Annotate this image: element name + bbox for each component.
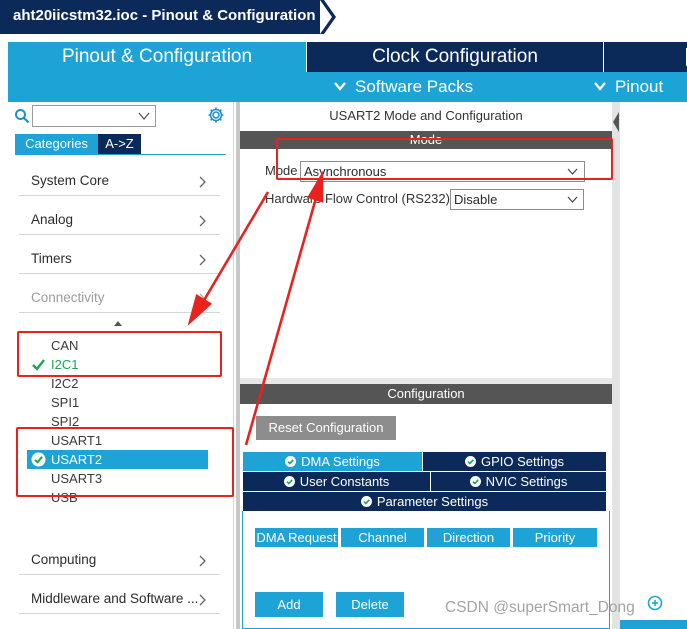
categories-button[interactable]: Categories [15,134,98,154]
search-icon [15,109,30,124]
category-label: Analog [31,212,74,227]
annotation-box-usart2 [16,427,234,497]
software-packs-label: Software Packs [355,77,474,96]
category-middleware-and-software[interactable]: Middleware and Software ... [19,582,220,614]
add-button[interactable]: Add [255,592,323,617]
annotation-box-mode [276,138,613,180]
right-panel-splitter[interactable] [612,102,620,629]
collapse-left-icon[interactable] [612,110,620,134]
category-timers[interactable]: Timers [19,242,220,274]
sidebar-divider [15,154,226,155]
pinout-view-footer [620,620,687,629]
peripheral-label: SPI1 [51,395,80,410]
tab-label: DMA Settings [301,454,380,469]
column-header-priority: Priority [513,528,597,547]
tab-dma-settings[interactable]: DMA Settings [243,452,422,471]
panel-splitter[interactable] [236,102,240,629]
category-label: System Core [31,173,110,188]
mode-panel-title: USART2 Mode and Configuration [329,108,523,123]
pinout-menu-label: Pinout [615,77,664,96]
category-connectivity[interactable]: Connectivity [19,281,220,313]
tab-user-constants[interactable]: User Constants [243,472,430,491]
tab-label: GPIO Settings [480,454,565,469]
column-header-direction: Direction [427,528,510,547]
hardware-flow-control-select[interactable]: Disable [450,189,584,210]
pinout-menu[interactable]: Pinout [593,72,687,102]
tab-nvic-settings[interactable]: NVIC Settings [431,472,606,491]
category-label: Computing [31,552,97,567]
chevron-right-icon [199,594,206,606]
check-circle-icon [360,495,372,507]
configuration-header: Configuration [240,384,612,404]
hardware-flow-control-label: Hardware Flow Control (RS232) [265,191,450,206]
reset-configuration-button[interactable]: Reset Configuration [256,416,396,440]
category-system-core[interactable]: System Core [19,164,220,196]
category-label: Connectivity [31,290,105,305]
chevron-right-icon [199,176,206,188]
category-computing[interactable]: Computing [19,543,220,575]
check-circle-icon [464,455,476,467]
chevron-right-icon [199,254,206,266]
a-to-z-button[interactable]: A->Z [98,134,141,154]
category-analog[interactable]: Analog [19,203,220,235]
chevron-down-icon [594,82,606,91]
category-label: Middleware and Software ... [31,591,199,606]
gear-icon[interactable] [207,106,225,124]
chevron-right-icon [199,215,206,227]
tab-clock-configuration[interactable]: Clock Configuration [307,42,603,72]
annotation-box-i2c1 [17,331,222,377]
check-circle-icon [283,475,295,487]
check-circle-icon [469,475,481,487]
tab-project-manager[interactable] [604,42,687,72]
breadcrumb-chevron-icon [320,0,336,34]
peripheral-spi1[interactable]: SPI1 [27,393,208,412]
chevron-right-icon [199,293,206,305]
tab-gpio-settings[interactable]: GPIO Settings [423,452,606,471]
category-label: Timers [31,251,72,266]
delete-button[interactable]: Delete [336,592,404,617]
chevron-down-icon [334,82,346,91]
check-circle-icon [285,455,297,467]
window-title: aht20iicstm32.ioc - Pinout & Configurati… [0,0,320,34]
column-header-dma-request: DMA Request [255,528,338,547]
collapse-up-icon[interactable] [113,320,123,327]
tab-label: User Constants [299,474,390,489]
software-packs-menu[interactable]: Software Packs [333,72,593,102]
tab-label: Parameter Settings [376,494,489,509]
chevron-down-icon [138,112,150,121]
tab-parameter-settings[interactable]: Parameter Settings [243,492,606,511]
watermark: CSDN @superSmart_Dong [445,599,635,616]
chevron-right-icon [199,555,206,567]
tab-pinout-configuration[interactable]: Pinout & Configuration [8,42,306,72]
chevron-down-icon [567,196,578,203]
column-header-channel: Channel [341,528,424,547]
tab-label: NVIC Settings [485,474,568,489]
